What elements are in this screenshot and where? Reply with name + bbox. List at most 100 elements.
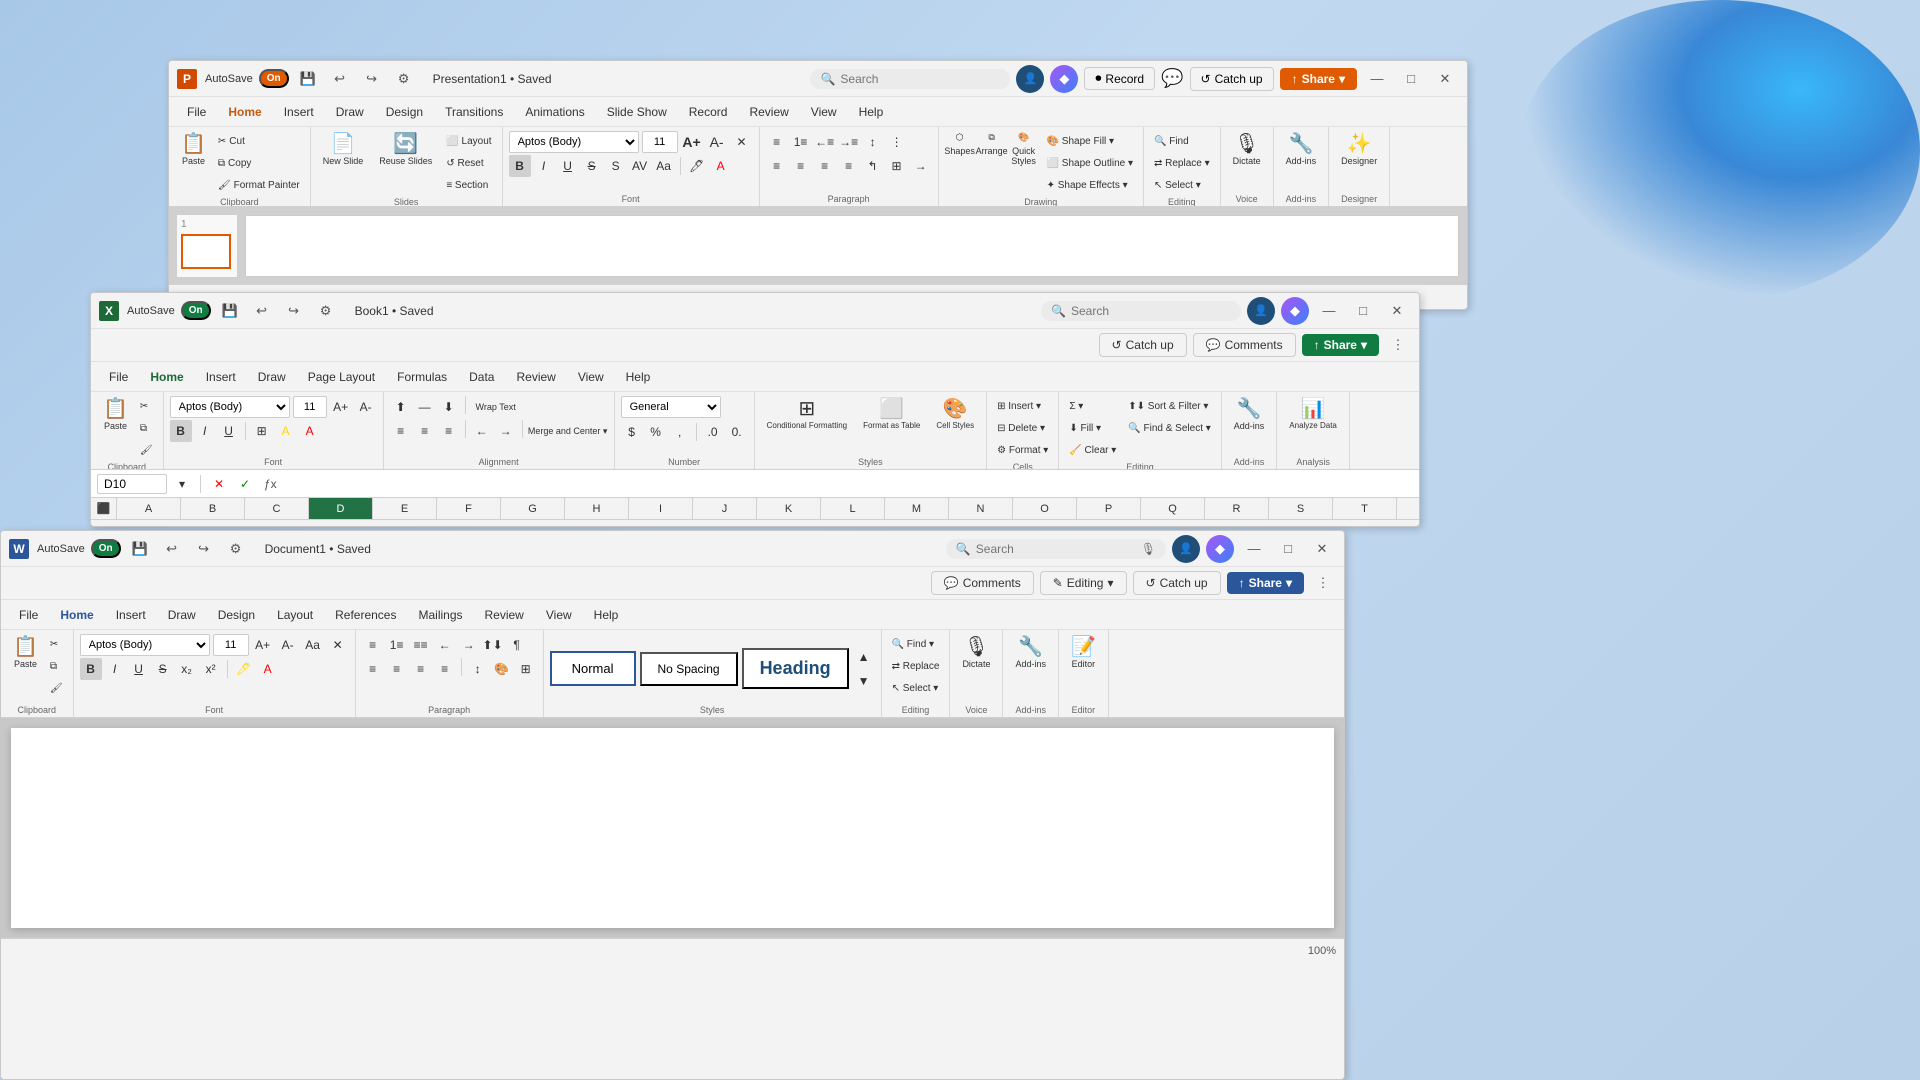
- excel-share-btn[interactable]: ↑ Share ▾: [1302, 334, 1379, 356]
- word-styles-down-btn[interactable]: ▼: [853, 670, 875, 692]
- ppt-copilot-icon[interactable]: ◆: [1050, 65, 1078, 93]
- excel-paste-btn[interactable]: 📋 Paste: [97, 396, 134, 434]
- excel-menu-help[interactable]: Help: [616, 366, 661, 388]
- word-menu-mailings[interactable]: Mailings: [408, 604, 472, 626]
- ppt-font-select[interactable]: Aptos (Body): [509, 131, 639, 153]
- excel-autosave-toggle[interactable]: On: [181, 301, 211, 320]
- ppt-justify-btn[interactable]: ≡: [838, 155, 860, 177]
- excel-col-S[interactable]: S: [1269, 498, 1333, 519]
- excel-cell-ref[interactable]: [97, 474, 167, 494]
- excel-confirm-formula-btn[interactable]: ✓: [234, 473, 256, 495]
- word-decindt-btn[interactable]: ←: [434, 634, 456, 656]
- word-menu-design[interactable]: Design: [208, 604, 265, 626]
- ppt-menu-animations[interactable]: Animations: [515, 101, 594, 123]
- word-search-input[interactable]: [976, 542, 1136, 556]
- excel-col-L[interactable]: L: [821, 498, 885, 519]
- ppt-save-btn[interactable]: 💾: [295, 68, 321, 90]
- word-share-btn[interactable]: ↑ Share ▾: [1227, 572, 1304, 594]
- word-paste-btn[interactable]: 📋 Paste: [7, 634, 44, 672]
- word-decfont-btn[interactable]: A-: [277, 634, 299, 656]
- ppt-replace-btn[interactable]: ⇄ Replace ▾: [1150, 153, 1214, 173]
- word-voice-search-icon[interactable]: 🎙: [1141, 542, 1156, 556]
- ppt-dec-indent-btn[interactable]: ←≡: [814, 131, 836, 153]
- word-incindt-btn[interactable]: →: [458, 634, 480, 656]
- excel-insert-btn[interactable]: ⊞ Insert ▾: [993, 396, 1045, 416]
- word-find-btn[interactable]: 🔍 Find ▾: [888, 634, 938, 654]
- word-search-box[interactable]: 🔍 🎙: [946, 539, 1166, 559]
- word-multilevel-btn[interactable]: ≡≡: [410, 634, 432, 656]
- word-showmarks-btn[interactable]: ¶: [506, 634, 528, 656]
- ppt-dictate-btn[interactable]: 🎙 Dictate: [1227, 131, 1267, 169]
- ppt-menu-file[interactable]: File: [177, 101, 216, 123]
- ppt-quickstyles-btn[interactable]: 🎨Quick Styles: [1009, 131, 1039, 167]
- word-aligncenter-btn[interactable]: ≡: [386, 658, 408, 680]
- ppt-customize-btn[interactable]: ⚙: [391, 68, 417, 90]
- word-menu-file[interactable]: File: [9, 604, 48, 626]
- excel-dec-decimal-btn[interactable]: 0.: [726, 421, 748, 443]
- excel-align-right-btn[interactable]: ≡: [438, 420, 460, 442]
- ppt-align-right-btn[interactable]: ≡: [814, 155, 836, 177]
- excel-expand-btn[interactable]: ▾: [171, 473, 193, 495]
- excel-redo-btn[interactable]: ↪: [281, 300, 307, 322]
- excel-sortfilter-btn[interactable]: ⬆⬇ Sort & Filter ▾: [1124, 396, 1215, 416]
- ppt-comment-icon[interactable]: 💬: [1161, 68, 1183, 89]
- excel-fontcolor-btn[interactable]: A: [299, 420, 321, 442]
- word-shading-btn[interactable]: 🎨: [491, 658, 513, 680]
- word-menu-view[interactable]: View: [536, 604, 582, 626]
- word-underline-btn[interactable]: U: [128, 658, 150, 680]
- ppt-align-center-btn[interactable]: ≡: [790, 155, 812, 177]
- ppt-arrange-btn[interactable]: ⧉Arrange: [977, 131, 1007, 167]
- word-doc-content[interactable]: [11, 728, 1334, 928]
- excel-copilot-icon[interactable]: ◆: [1281, 297, 1309, 325]
- word-replace-btn[interactable]: ⇄ Replace: [888, 656, 944, 676]
- excel-save-btn[interactable]: 💾: [217, 300, 243, 322]
- ppt-avatar[interactable]: 👤: [1016, 65, 1044, 93]
- excel-borders-btn[interactable]: ⊞: [251, 420, 273, 442]
- word-menu-help[interactable]: Help: [584, 604, 629, 626]
- excel-formatpainter-btn[interactable]: 🖌: [136, 440, 157, 460]
- ppt-designer-btn[interactable]: ✨ Designer: [1335, 131, 1383, 169]
- ppt-inc-indent-btn[interactable]: →≡: [838, 131, 860, 153]
- ppt-main-slide[interactable]: [245, 215, 1459, 277]
- excel-customize-btn[interactable]: ⚙: [313, 300, 339, 322]
- excel-align-left-btn[interactable]: ≡: [390, 420, 412, 442]
- word-bullets-btn[interactable]: ≡: [362, 634, 384, 656]
- word-style-normal-btn[interactable]: Normal: [550, 651, 636, 686]
- ppt-highlight-btn[interactable]: 🖊: [686, 155, 708, 177]
- excel-menu-review[interactable]: Review: [506, 366, 565, 388]
- excel-col-Q[interactable]: Q: [1141, 498, 1205, 519]
- ppt-reuse-btn[interactable]: 🔄 Reuse Slides: [373, 131, 438, 169]
- ppt-shapeoutline-btn[interactable]: ⬜ Shape Outline ▾: [1043, 153, 1137, 173]
- excel-wraptext-btn[interactable]: Wrap Text: [471, 396, 521, 418]
- word-alignleft-btn[interactable]: ≡: [362, 658, 384, 680]
- ppt-menu-draw[interactable]: Draw: [326, 101, 374, 123]
- excel-menu-formulas[interactable]: Formulas: [387, 366, 457, 388]
- excel-avatar[interactable]: 👤: [1247, 297, 1275, 325]
- excel-align-top-btn[interactable]: ⬆: [390, 396, 412, 418]
- ppt-share-btn[interactable]: ↑ Share ▾: [1280, 68, 1357, 90]
- word-cut-btn[interactable]: ✂: [46, 634, 67, 654]
- word-redo-btn[interactable]: ↪: [191, 538, 217, 560]
- excel-fontsize-input[interactable]: [293, 396, 327, 418]
- word-maximize-btn[interactable]: □: [1274, 538, 1302, 560]
- excel-dec-indent-btn[interactable]: ←: [471, 420, 493, 442]
- excel-col-O[interactable]: O: [1013, 498, 1077, 519]
- excel-more-btn[interactable]: ⋮: [1385, 334, 1411, 356]
- excel-font-select[interactable]: Aptos (Body): [170, 396, 290, 418]
- ppt-layout-btn[interactable]: ⬜ Layout: [442, 131, 495, 151]
- word-copilot-icon[interactable]: ◆: [1206, 535, 1234, 563]
- word-customize-btn[interactable]: ⚙: [223, 538, 249, 560]
- excel-search-box[interactable]: 🔍: [1041, 301, 1241, 321]
- word-formatpainter-btn[interactable]: 🖌: [46, 678, 67, 698]
- excel-col-J[interactable]: J: [693, 498, 757, 519]
- word-menu-references[interactable]: References: [325, 604, 406, 626]
- excel-catchup-btn[interactable]: ↺ Catch up: [1099, 333, 1187, 357]
- excel-select-all[interactable]: ⬛: [91, 498, 117, 519]
- excel-comma-btn[interactable]: ,: [669, 421, 691, 443]
- ppt-catchup-btn[interactable]: ↺ Catch up: [1190, 67, 1274, 91]
- ppt-shapeeffects-btn[interactable]: ✦ Shape Effects ▾: [1043, 175, 1137, 195]
- word-comments-btn[interactable]: 💬 Comments: [931, 571, 1034, 595]
- excel-col-R[interactable]: R: [1205, 498, 1269, 519]
- ppt-shapes-btn[interactable]: ⬡Shapes: [945, 131, 975, 167]
- ppt-menu-home[interactable]: Home: [218, 101, 271, 123]
